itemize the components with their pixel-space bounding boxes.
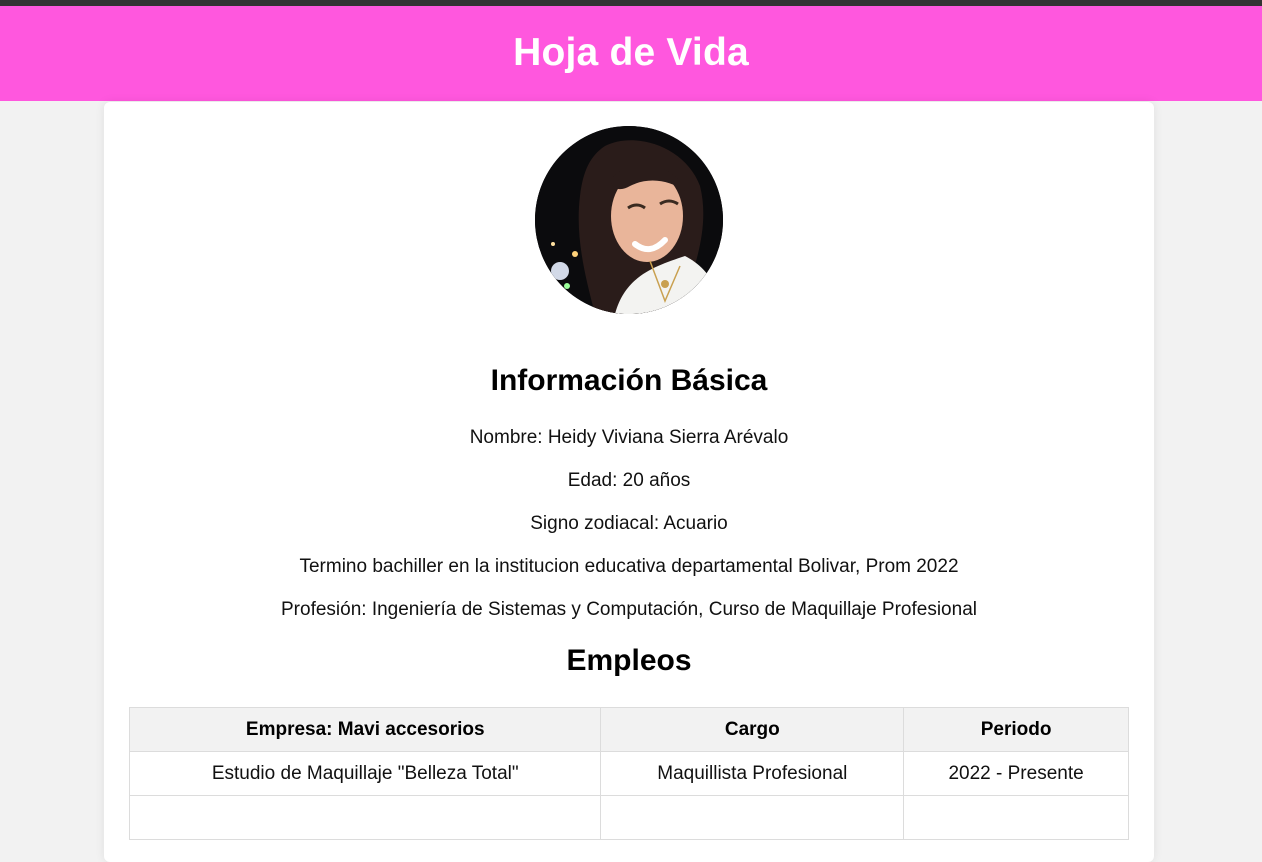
cell-period: 2022 - Presente <box>903 751 1129 796</box>
profile-photo-image <box>535 126 723 314</box>
cell-role: Maquillista Profesional <box>600 751 905 796</box>
info-school: Termino bachiller en la institucion educ… <box>299 556 959 577</box>
column-header-company: Empresa: Mavi accesorios <box>128 707 602 752</box>
page-header: Hoja de Vida <box>0 6 1262 101</box>
table-row: Estudio de Maquillaje "Belleza Total" Ma… <box>128 751 1129 796</box>
basic-info-heading: Información Básica <box>490 364 768 397</box>
info-age: Edad: 20 años <box>567 470 691 491</box>
employment-heading: Empleos <box>566 644 692 677</box>
page-title: Hoja de Vida <box>513 30 749 74</box>
table-header-row: Empresa: Mavi accesorios Cargo Periodo <box>128 707 1129 752</box>
table-row <box>128 795 1129 840</box>
employment-table: Empresa: Mavi accesorios Cargo Periodo E… <box>128 707 1129 840</box>
column-header-role: Cargo <box>600 707 905 752</box>
cell-role <box>600 795 905 840</box>
column-header-period: Periodo <box>903 707 1129 752</box>
profile-photo <box>535 126 723 314</box>
cell-company <box>128 795 602 840</box>
info-zodiac: Signo zodiacal: Acuario <box>530 513 728 534</box>
resume-card: Información Básica Nombre: Heidy Viviana… <box>104 102 1154 862</box>
info-name: Nombre: Heidy Viviana Sierra Arévalo <box>469 427 789 448</box>
cell-period <box>903 795 1129 840</box>
cell-company: Estudio de Maquillaje "Belleza Total" <box>128 751 602 796</box>
info-profession: Profesión: Ingeniería de Sistemas y Comp… <box>281 599 977 620</box>
